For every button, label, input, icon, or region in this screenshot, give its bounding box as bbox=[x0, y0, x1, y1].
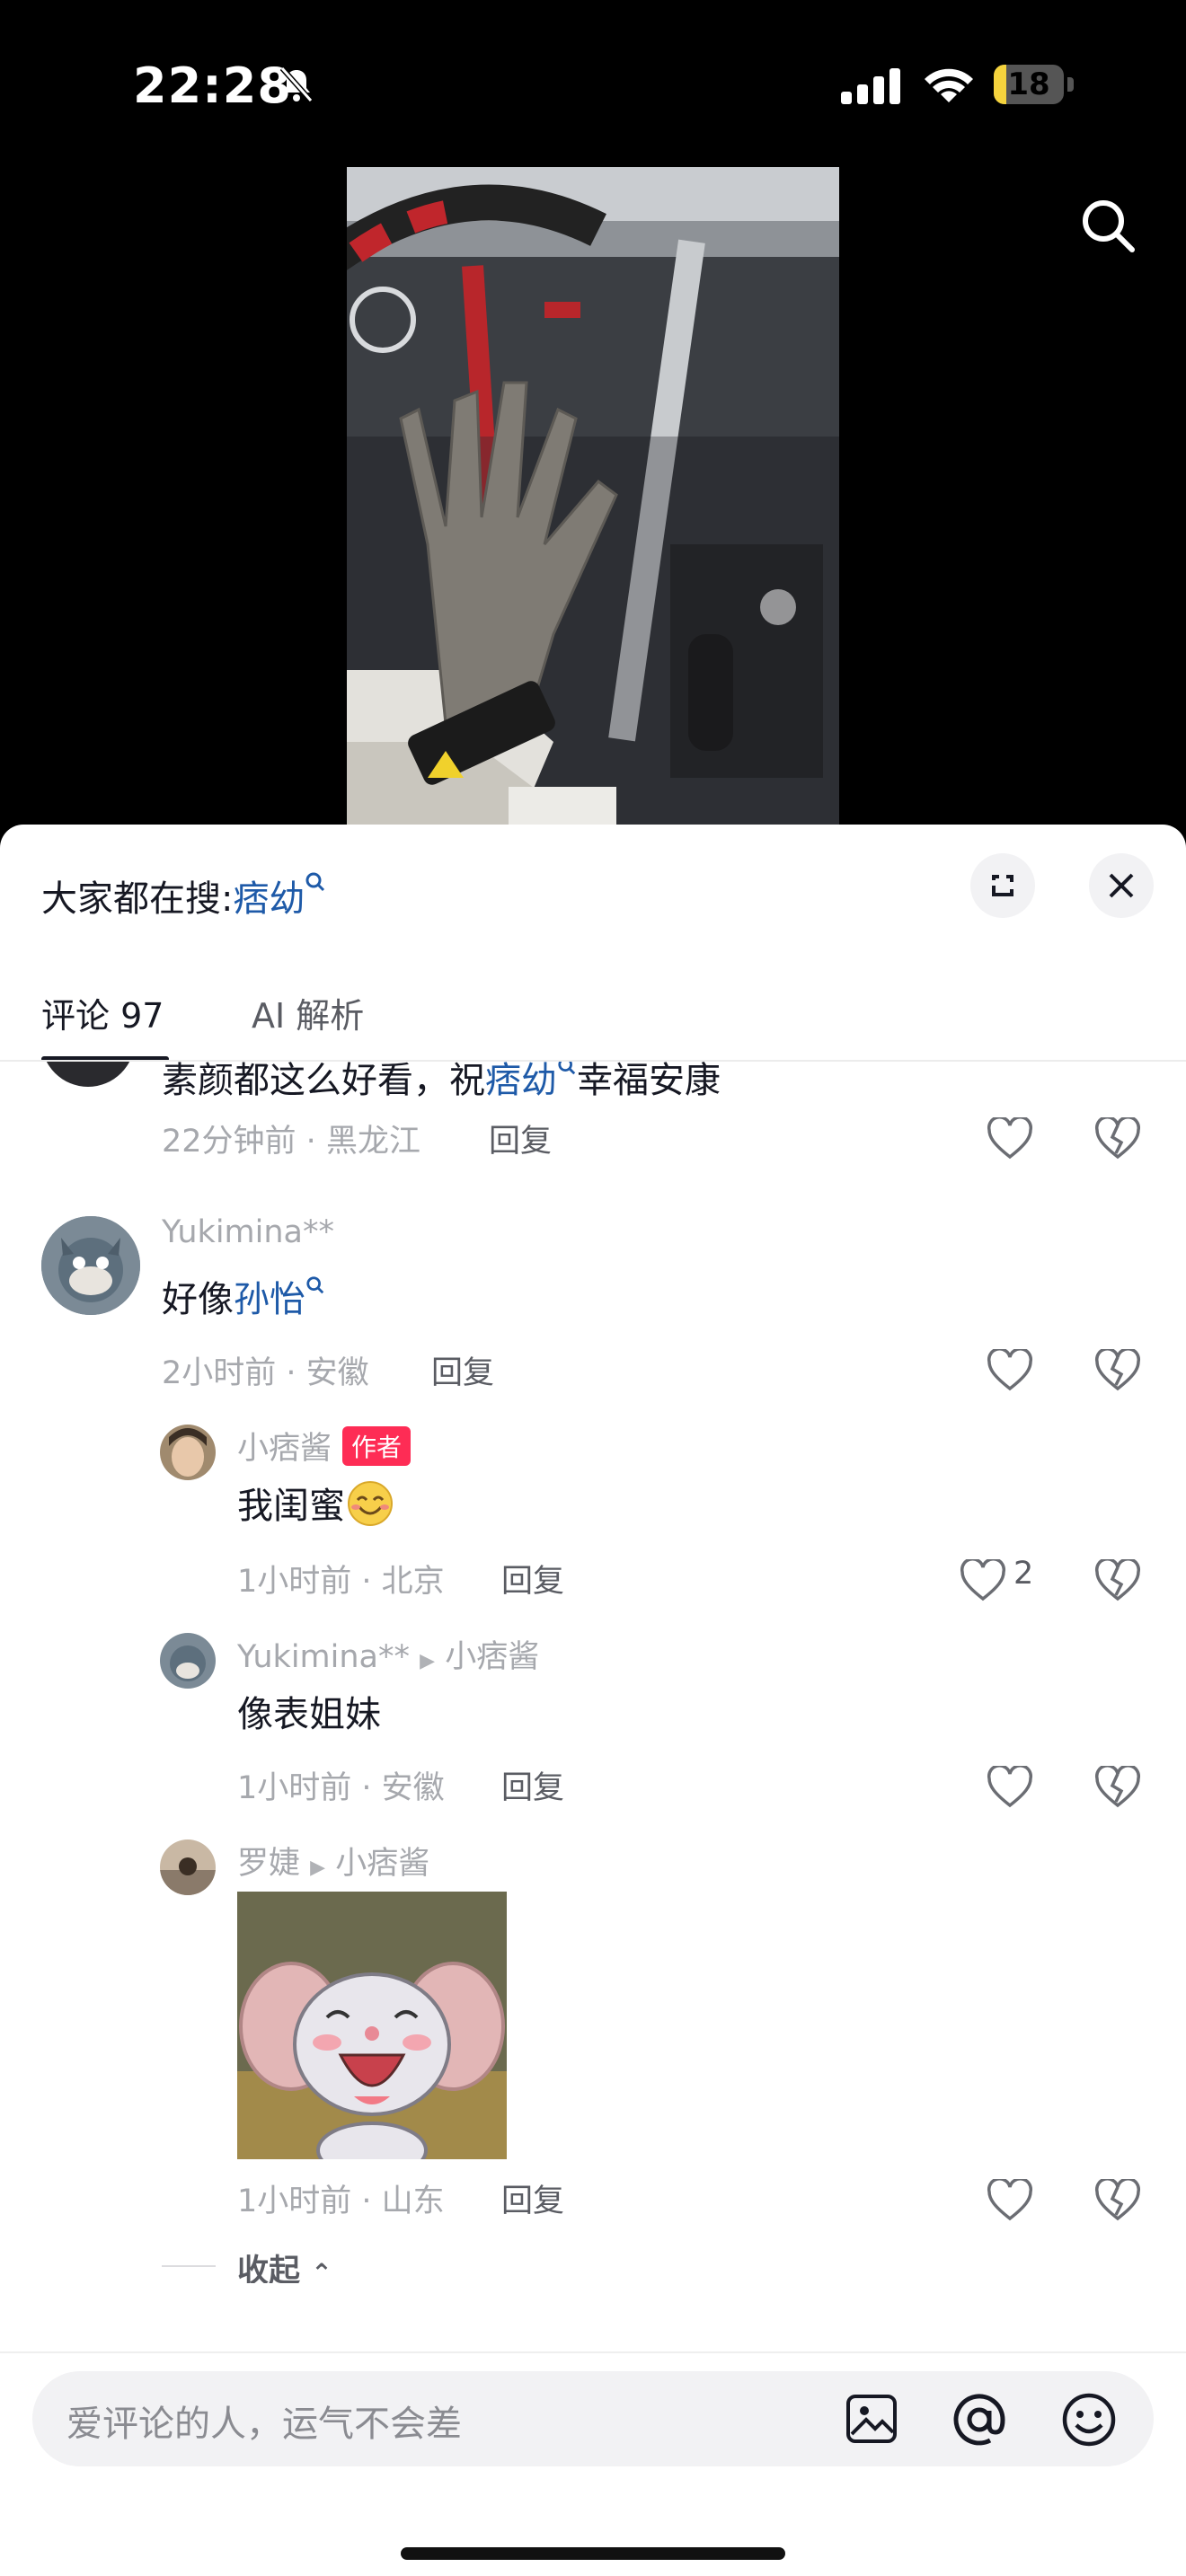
username[interactable]: Yukimina** bbox=[162, 1214, 334, 1250]
like-icon[interactable] bbox=[987, 2179, 1033, 2222]
battery-indicator: 18 bbox=[994, 65, 1075, 106]
status-time: 22:28 bbox=[133, 57, 292, 114]
reply-button[interactable]: 回复 bbox=[501, 1762, 564, 1808]
expand-icon bbox=[992, 875, 1013, 896]
expand-button[interactable] bbox=[970, 853, 1035, 918]
author-badge: 作者 bbox=[342, 1426, 412, 1466]
comment-input[interactable]: 爱评论的人，运气不会差 bbox=[32, 2371, 1154, 2466]
comment-meta: 2小时前 · 安徽 bbox=[162, 1355, 369, 1391]
username[interactable]: 小痞酱 bbox=[237, 1431, 332, 1467]
wifi-icon bbox=[925, 68, 973, 102]
video-player[interactable] bbox=[347, 167, 839, 826]
sticker-image[interactable] bbox=[237, 1892, 507, 2159]
reply-button[interactable]: 回复 bbox=[501, 1556, 564, 1601]
mini-search-icon bbox=[558, 1062, 576, 1075]
avatar[interactable] bbox=[160, 1839, 216, 1895]
reply-button[interactable]: 回复 bbox=[489, 1116, 552, 1161]
smile-emoji-icon bbox=[348, 1481, 393, 1526]
tab-comments[interactable]: 评论 97 bbox=[41, 988, 164, 1037]
avatar[interactable] bbox=[41, 1062, 135, 1087]
mention-icon[interactable] bbox=[951, 2391, 1008, 2448]
username[interactable]: 罗婕 bbox=[237, 1846, 300, 1882]
reply-username: Yukimina** ▶ 小痞酱 bbox=[237, 1631, 539, 1677]
home-indicator bbox=[401, 2547, 785, 2560]
dislike-icon[interactable] bbox=[1094, 1559, 1141, 1602]
comment-text: 好像孙怡 bbox=[162, 1270, 325, 1322]
hot-search-term[interactable]: 痞幼 bbox=[233, 878, 305, 920]
avatar[interactable] bbox=[160, 1425, 216, 1480]
reply-username: 罗婕 ▶ 小痞酱 bbox=[237, 1838, 429, 1883]
reply-text: 我闺蜜 bbox=[237, 1477, 395, 1529]
reply-meta: 1小时前 · 山东 bbox=[237, 2183, 445, 2219]
comment-meta: 22分钟前 · 黑龙江 bbox=[162, 1124, 420, 1160]
avatar[interactable] bbox=[160, 1633, 216, 1689]
chevron-up-icon: ⌃ bbox=[311, 2258, 332, 2283]
comment-sheet: 大家都在搜:痞幼 评论 97 AI 解析 素颜都这么好看，祝痞幼 幸福安康 22分… bbox=[0, 825, 1186, 2576]
like-icon[interactable] bbox=[987, 1766, 1033, 1809]
reply-button[interactable]: 回复 bbox=[501, 2175, 564, 2221]
avatar[interactable] bbox=[41, 1216, 140, 1315]
cellular-signal-icon bbox=[841, 68, 900, 104]
reply-arrow-icon: ▶ bbox=[310, 1857, 326, 1879]
search-icon[interactable] bbox=[1078, 196, 1137, 255]
emoji-icon[interactable] bbox=[1060, 2391, 1118, 2448]
silent-bell-icon bbox=[279, 66, 314, 102]
dislike-icon[interactable] bbox=[1094, 1349, 1141, 1392]
mini-search-icon bbox=[306, 1276, 324, 1294]
reply-meta: 1小时前 · 北京 bbox=[237, 1564, 445, 1600]
comment-input-placeholder: 爱评论的人，运气不会差 bbox=[66, 2404, 462, 2445]
close-icon bbox=[1109, 873, 1134, 898]
hot-search-label: 大家都在搜: bbox=[41, 878, 234, 920]
dislike-icon[interactable] bbox=[1094, 1766, 1141, 1809]
reply-button[interactable]: 回复 bbox=[431, 1347, 494, 1393]
hot-search-bar[interactable]: 大家都在搜:痞幼 bbox=[41, 869, 326, 922]
reply-arrow-icon: ▶ bbox=[420, 1650, 436, 1672]
dislike-icon[interactable] bbox=[1094, 2179, 1141, 2222]
close-button[interactable] bbox=[1089, 853, 1154, 918]
comment-list[interactable]: 素颜都这么好看，祝痞幼 幸福安康 22分钟前 · 黑龙江 回复 Yukimina*… bbox=[0, 1062, 1186, 2283]
battery-percentage: 18 bbox=[1007, 66, 1050, 102]
reply-text: 像表姐妹 bbox=[237, 1694, 381, 1735]
reply-meta: 1小时前 · 安徽 bbox=[237, 1770, 445, 1806]
collapse-divider bbox=[162, 2265, 216, 2267]
reply-to-username[interactable]: 小痞酱 bbox=[445, 1639, 539, 1675]
collapse-button[interactable]: 收起 ⌃ bbox=[237, 2245, 332, 2283]
reply-username: 小痞酱 作者 bbox=[237, 1423, 412, 1469]
like-icon[interactable] bbox=[987, 1349, 1033, 1392]
video-frame-image bbox=[347, 167, 839, 826]
tab-ai-analysis[interactable]: AI 解析 bbox=[252, 988, 364, 1037]
dislike-icon[interactable] bbox=[1094, 1117, 1141, 1160]
mini-search-icon bbox=[305, 872, 325, 892]
image-picker-icon[interactable] bbox=[845, 2393, 898, 2445]
input-divider bbox=[0, 2351, 1186, 2353]
comment-text: 素颜都这么好看，祝痞幼 幸福安康 bbox=[162, 1062, 721, 1103]
like-icon[interactable] bbox=[987, 1117, 1033, 1160]
like-count: 2 bbox=[1013, 1556, 1034, 1592]
like-icon[interactable] bbox=[960, 1559, 1006, 1602]
username[interactable]: Yukimina** bbox=[237, 1639, 410, 1675]
reply-to-username[interactable]: 小痞酱 bbox=[335, 1846, 429, 1882]
